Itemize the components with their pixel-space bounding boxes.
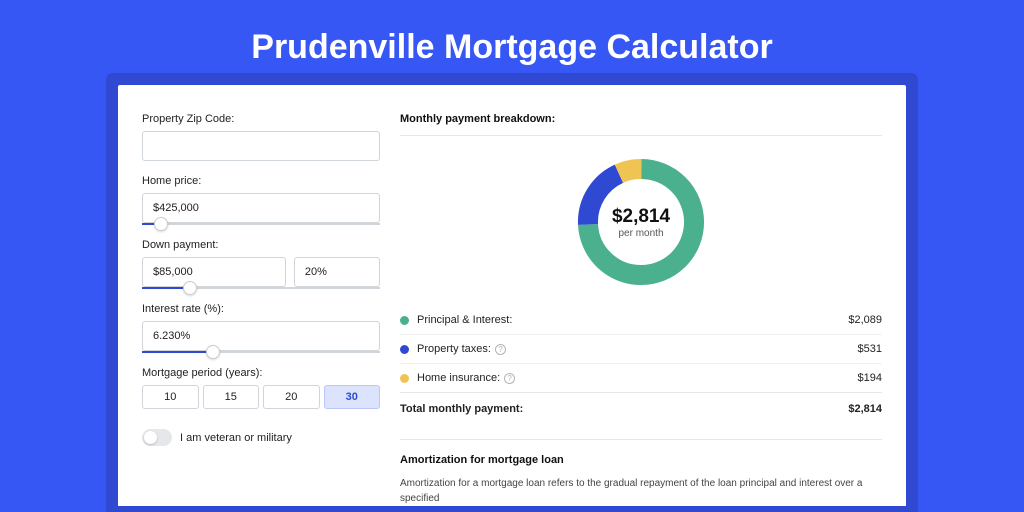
interest-input[interactable] (142, 321, 380, 351)
legend-label: Principal & Interest: (417, 314, 848, 326)
home-price-slider[interactable] (142, 223, 380, 225)
down-payment-group: Down payment: (142, 239, 380, 289)
slider-thumb[interactable] (206, 345, 220, 359)
period-btn-20[interactable]: 20 (263, 385, 320, 409)
legend-row-insurance: Home insurance: ? $194 (400, 364, 882, 393)
period-btn-15[interactable]: 15 (203, 385, 260, 409)
legend-value: $531 (858, 343, 882, 355)
zip-group: Property Zip Code: (142, 113, 380, 161)
period-row: 10 15 20 30 (142, 385, 380, 409)
veteran-row: I am veteran or military (142, 429, 380, 446)
veteran-toggle[interactable] (142, 429, 172, 446)
interest-label: Interest rate (%): (142, 303, 380, 315)
donut-amount: $2,814 (612, 206, 670, 228)
total-value: $2,814 (848, 403, 882, 415)
dot-icon (400, 316, 409, 325)
period-btn-30[interactable]: 30 (324, 385, 381, 409)
down-payment-label: Down payment: (142, 239, 380, 251)
breakdown-header: Monthly payment breakdown: (400, 113, 882, 136)
legend-value: $194 (858, 372, 882, 384)
legend-row-principal: Principal & Interest: $2,089 (400, 306, 882, 335)
down-payment-pct-input[interactable] (294, 257, 380, 287)
donut-chart-wrap: $2,814 per month (400, 148, 882, 306)
period-group: Mortgage period (years): 10 15 20 30 (142, 367, 380, 409)
amortization-section: Amortization for mortgage loan Amortizat… (400, 439, 882, 506)
slider-thumb[interactable] (183, 281, 197, 295)
home-price-group: Home price: (142, 175, 380, 225)
dot-icon (400, 345, 409, 354)
down-payment-slider[interactable] (142, 287, 380, 289)
veteran-label: I am veteran or military (180, 432, 292, 444)
info-icon[interactable]: ? (495, 344, 506, 355)
amortization-header: Amortization for mortgage loan (400, 454, 882, 466)
amortization-text: Amortization for a mortgage loan refers … (400, 476, 882, 506)
slider-thumb[interactable] (154, 217, 168, 231)
home-price-input[interactable] (142, 193, 380, 223)
home-price-label: Home price: (142, 175, 380, 187)
toggle-knob (144, 431, 157, 444)
zip-input[interactable] (142, 131, 380, 161)
donut-center: $2,814 per month (571, 152, 711, 292)
calculator-card: Property Zip Code: Home price: Down paym… (118, 85, 906, 506)
interest-group: Interest rate (%): (142, 303, 380, 353)
legend-value: $2,089 (848, 314, 882, 326)
page-title: Prudenville Mortgage Calculator (0, 0, 1024, 85)
total-label: Total monthly payment: (400, 403, 848, 415)
interest-slider[interactable] (142, 351, 380, 353)
legend-row-taxes: Property taxes: ? $531 (400, 335, 882, 364)
zip-label: Property Zip Code: (142, 113, 380, 125)
total-row: Total monthly payment: $2,814 (400, 392, 882, 425)
info-icon[interactable]: ? (504, 373, 515, 384)
legend-label: Home insurance: ? (417, 372, 858, 384)
period-label: Mortgage period (years): (142, 367, 380, 379)
donut-chart: $2,814 per month (571, 152, 711, 292)
period-btn-10[interactable]: 10 (142, 385, 199, 409)
input-panel: Property Zip Code: Home price: Down paym… (142, 113, 380, 506)
legend-label: Property taxes: ? (417, 343, 858, 355)
down-payment-input[interactable] (142, 257, 286, 287)
breakdown-panel: Monthly payment breakdown: $2,814 per mo… (400, 113, 882, 506)
donut-sub: per month (618, 228, 663, 239)
dot-icon (400, 374, 409, 383)
